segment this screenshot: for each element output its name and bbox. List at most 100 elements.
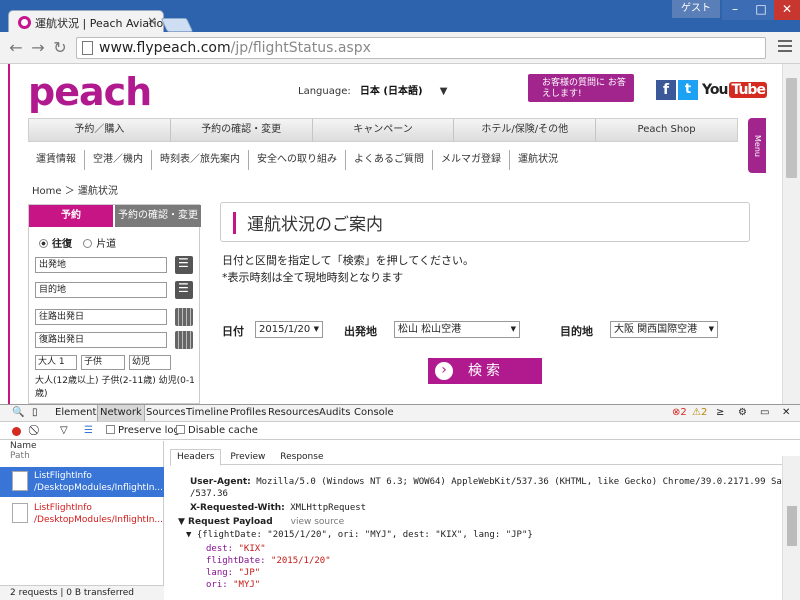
column-name[interactable]: Name [0, 441, 163, 451]
record-icon[interactable] [12, 427, 21, 436]
payload-summary[interactable]: ▼ {flightDate: "2015/1/20", ori: "MYJ", … [186, 530, 533, 540]
disable-cache-checkbox[interactable]: Disable cache [176, 422, 258, 440]
dock-icon[interactable]: ▭ [760, 405, 769, 421]
settings-gear-icon[interactable]: ⚙ [738, 405, 747, 421]
request-path: /DesktopModules/InflightIn... [34, 483, 164, 493]
tab-profiles[interactable]: Profiles [230, 405, 266, 421]
adult-select[interactable]: 大人 1 [35, 355, 77, 370]
header-value: Mozilla/5.0 (Windows NT 6.3; WOW64) Appl… [256, 477, 800, 487]
scrollbar-thumb[interactable] [786, 78, 797, 178]
facebook-icon[interactable]: f [656, 80, 676, 100]
preserve-log-checkbox[interactable]: Preserve log [106, 422, 180, 440]
close-devtools-icon[interactable]: ✕ [782, 405, 790, 421]
main-nav-item[interactable]: 予約の確認・変更 [171, 119, 313, 141]
browser-menu-icon[interactable] [778, 40, 792, 54]
left-accent-bar [0, 64, 10, 404]
payload-value: "MYJ" [233, 580, 261, 590]
child-select[interactable]: 子供 [81, 355, 125, 370]
console-drawer-icon[interactable]: ≥ [716, 405, 724, 421]
tab-book[interactable]: 予約 [29, 205, 113, 227]
return-date-field[interactable]: 復路出発日 [35, 332, 167, 348]
minimize-button[interactable]: – [722, 0, 748, 20]
view-list-icon[interactable]: ☰ [84, 422, 93, 440]
tab-network[interactable]: Network [97, 405, 145, 421]
main-nav-item[interactable]: 予約／購入 [29, 119, 171, 141]
tab-response[interactable]: Response [274, 450, 329, 465]
page-scrollbar[interactable] [782, 64, 800, 404]
date-select[interactable]: 2015/1/20 [255, 321, 323, 338]
close-window-button[interactable]: ✕ [774, 0, 800, 20]
sub-nav-item[interactable]: 時刻表／旅先案内 [152, 150, 249, 170]
payload-value: "KIX" [238, 544, 266, 554]
detail-tabs: Headers Preview Response [170, 449, 782, 466]
back-icon[interactable]: ← [6, 38, 26, 58]
tab-timeline[interactable]: Timeline [186, 405, 229, 421]
youtube-icon[interactable]: You Tube [700, 80, 767, 100]
infant-select[interactable]: 幼児 [129, 355, 171, 370]
booking-sidebar: 予約 予約の確認・変更 往復 片道 出発地 目的地 往路出発日 復路出発日 大人… [28, 204, 201, 404]
search-button[interactable]: 検索 [428, 358, 542, 384]
tab-elements[interactable]: Elements [55, 405, 102, 421]
tab-close-icon[interactable]: × [147, 14, 157, 28]
warning-count-icon[interactable]: ⚠2 [692, 405, 707, 421]
payload-section[interactable]: ▼ Request Payload view source [178, 517, 344, 527]
tab-console[interactable]: Console [354, 405, 394, 421]
departure-list-icon[interactable] [175, 256, 193, 274]
sub-nav-item[interactable]: 安全への取り組み [249, 150, 346, 170]
guest-profile-badge[interactable]: ゲスト [672, 0, 720, 18]
forward-icon[interactable]: → [28, 38, 48, 58]
help-banner[interactable]: お客様の質問に お答えします! [528, 74, 634, 102]
tab-headers[interactable]: Headers [170, 449, 222, 466]
error-count-icon[interactable]: ⊗2 [672, 405, 687, 421]
scrollbar-thumb[interactable] [787, 506, 797, 546]
main-nav-item[interactable]: ホテル/保険/その他 [454, 119, 597, 141]
radio-oneway[interactable] [83, 239, 93, 248]
side-menu-tab[interactable]: Menu [748, 118, 766, 173]
inspect-icon[interactable]: 🔍 [12, 405, 24, 421]
return-calendar-icon[interactable] [175, 331, 193, 349]
tab-preview[interactable]: Preview [224, 450, 271, 465]
reload-icon[interactable]: ↻ [50, 38, 70, 58]
page-icon [82, 41, 93, 55]
twitter-icon[interactable]: t [678, 80, 698, 100]
request-row[interactable]: ListFlightInfo /DesktopModules/InflightI… [0, 467, 164, 497]
language-selector[interactable]: Language: 日本 (日本語) ▼ [298, 82, 447, 97]
browser-tab[interactable]: 運航状況 | Peach Aviatio × [8, 10, 164, 32]
outbound-calendar-icon[interactable] [175, 308, 193, 326]
page-title: 運航状況のご案内 [247, 215, 383, 235]
outbound-date-field[interactable]: 往路出発日 [35, 309, 167, 325]
devtools-scrollbar[interactable] [782, 456, 800, 600]
tab-manage-booking[interactable]: 予約の確認・変更 [115, 205, 201, 227]
sub-nav-item[interactable]: メルマガ登録 [433, 150, 510, 170]
view-source-link[interactable]: view source [291, 517, 344, 527]
main-nav-item[interactable]: キャンペーン [313, 119, 455, 141]
tab-audits[interactable]: Audits [319, 405, 350, 421]
origin-select[interactable]: 松山 松山空港 [394, 321, 520, 338]
address-bar[interactable]: www.flypeach.com/jp/flightStatus.aspx [76, 37, 766, 59]
request-row[interactable]: ListFlightInfo /DesktopModules/InflightI… [0, 499, 164, 529]
trip-type-radios: 往復 片道 [39, 235, 116, 250]
maximize-button[interactable]: □ [748, 0, 774, 20]
devtools-panel: 🔍 ▯ Elements Network Sources Timeline Pr… [0, 404, 800, 600]
destination-list-icon[interactable] [175, 281, 193, 299]
peach-logo[interactable]: peach [28, 70, 152, 114]
tab-resources[interactable]: Resources [268, 405, 319, 421]
sub-nav-item[interactable]: 空港／機内 [85, 150, 152, 170]
filter-icon[interactable]: ▽ [60, 422, 68, 440]
destination-label: 目的地 [560, 325, 593, 338]
sub-nav-item[interactable]: よくあるご質問 [346, 150, 433, 170]
payload-field: lang: "JP" [206, 568, 260, 578]
new-tab-button[interactable] [160, 18, 194, 32]
tab-sources[interactable]: Sources [146, 405, 186, 421]
main-nav-item[interactable]: Peach Shop [596, 119, 737, 141]
devtools-tabbar: 🔍 ▯ Elements Network Sources Timeline Pr… [0, 405, 800, 422]
departure-field[interactable]: 出発地 [35, 257, 167, 273]
radio-roundtrip[interactable] [39, 239, 48, 248]
destination-field[interactable]: 目的地 [35, 282, 167, 298]
page-viewport: peach Language: 日本 (日本語) ▼ お客様の質問に お答えしま… [0, 64, 800, 404]
destination-select[interactable]: 大阪 関西国際空港 [610, 321, 718, 338]
sub-nav-item[interactable]: 運航状況 [510, 150, 566, 170]
sub-nav-item[interactable]: 運賃情報 [28, 150, 85, 170]
column-path[interactable]: Path [0, 451, 163, 461]
device-mode-icon[interactable]: ▯ [32, 405, 38, 421]
